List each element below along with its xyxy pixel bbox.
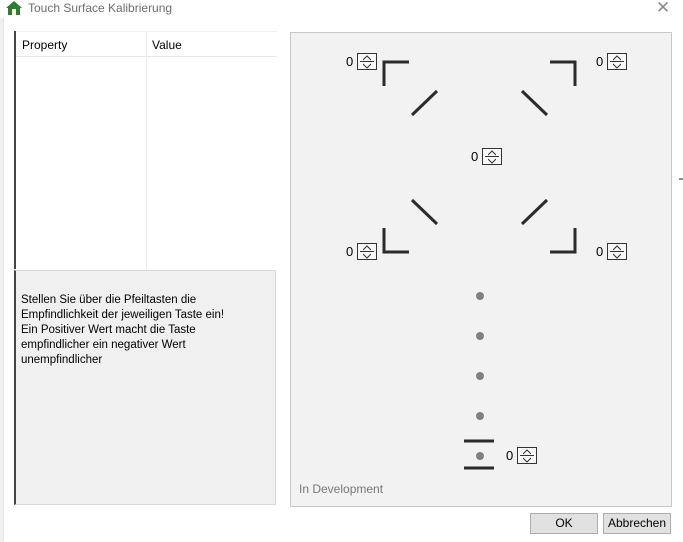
spinner-center-value[interactable]: 0 bbox=[471, 149, 478, 164]
dot-2 bbox=[476, 332, 484, 340]
updown-arrows-icon[interactable] bbox=[482, 148, 502, 165]
arrow-down-icon[interactable] bbox=[613, 63, 621, 69]
spinner-bottom-right-value[interactable]: 0 bbox=[596, 244, 603, 259]
spinner-bottom-left-value[interactable]: 0 bbox=[346, 244, 353, 259]
ok-button[interactable]: OK bbox=[530, 513, 598, 534]
spinner-top-left-value[interactable]: 0 bbox=[346, 54, 353, 69]
window-right-edge-mark bbox=[679, 178, 683, 180]
dot-1 bbox=[476, 292, 484, 300]
bottom-left-diagonal bbox=[410, 198, 439, 226]
column-header-value[interactable]: Value bbox=[152, 38, 182, 52]
property-grid[interactable]: Property Value bbox=[14, 31, 277, 269]
bottom-right-corner-marker bbox=[550, 228, 577, 254]
top-right-corner-marker bbox=[550, 60, 577, 86]
calibration-panel: 0 0 0 0 0 0 In Development bbox=[290, 32, 672, 507]
window-left-edge bbox=[0, 0, 4, 542]
top-left-corner-marker bbox=[382, 60, 409, 86]
development-status-label: In Development bbox=[299, 482, 384, 496]
arrow-down-icon[interactable] bbox=[363, 63, 371, 69]
column-header-property[interactable]: Property bbox=[22, 38, 67, 52]
touch-zone-diagram bbox=[382, 60, 577, 470]
updown-arrows-icon[interactable] bbox=[357, 53, 377, 70]
updown-arrows-icon[interactable] bbox=[607, 243, 627, 260]
updown-arrows-icon[interactable] bbox=[517, 447, 537, 464]
home-icon bbox=[6, 1, 22, 15]
top-right-diagonal bbox=[520, 89, 549, 117]
help-panel: Stellen Sie über die Pfeiltasten die Emp… bbox=[14, 270, 276, 505]
arrow-down-icon[interactable] bbox=[613, 253, 621, 259]
arrow-down-icon[interactable] bbox=[488, 158, 496, 164]
title-bar: Touch Surface Kalibrierung ✕ bbox=[0, 0, 683, 18]
updown-arrows-icon[interactable] bbox=[357, 243, 377, 260]
close-icon[interactable]: ✕ bbox=[650, 0, 676, 18]
bottom-right-diagonal bbox=[520, 198, 549, 226]
cancel-button[interactable]: Abbrechen bbox=[603, 513, 671, 534]
dot-3 bbox=[476, 372, 484, 380]
updown-arrows-icon[interactable] bbox=[607, 53, 627, 70]
spinner-bottom-value[interactable]: 0 bbox=[506, 448, 513, 463]
arrow-down-icon[interactable] bbox=[523, 457, 531, 463]
spinner-top-right-value[interactable]: 0 bbox=[596, 54, 603, 69]
dot-5 bbox=[476, 452, 484, 460]
column-divider[interactable] bbox=[146, 31, 147, 269]
help-text: Stellen Sie über die Pfeiltasten die Emp… bbox=[21, 294, 225, 366]
arrow-down-icon[interactable] bbox=[363, 253, 371, 259]
bottom-left-corner-marker bbox=[382, 228, 409, 254]
window-title: Touch Surface Kalibrierung bbox=[28, 1, 173, 15]
dot-4 bbox=[476, 412, 484, 420]
top-left-diagonal bbox=[410, 89, 439, 117]
